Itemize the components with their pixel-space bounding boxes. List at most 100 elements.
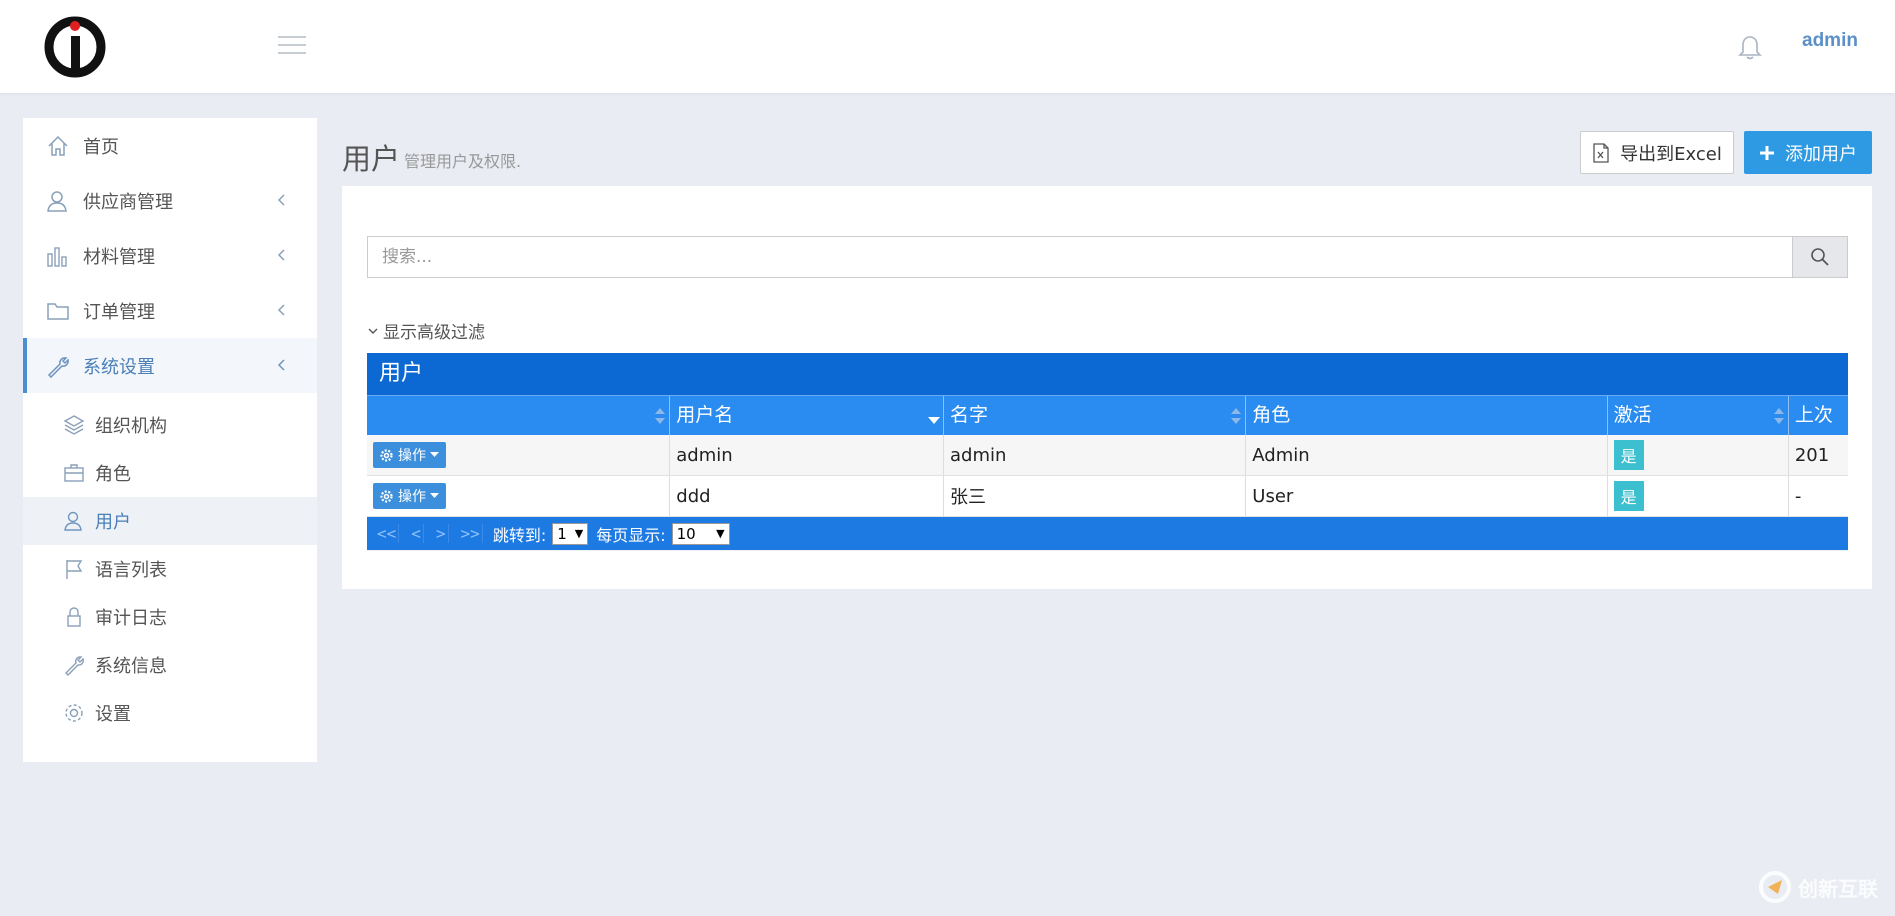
excel-file-icon — [1593, 142, 1609, 163]
sidebar-item-label: 材料管理 — [83, 246, 155, 268]
grid-pager: << < > >> 跳转到: 1 ▼ 每页显示: 10 ▼ — [367, 517, 1848, 550]
first-page-button[interactable]: << — [375, 524, 400, 543]
advanced-filter-toggle[interactable]: 显示高级过滤 — [367, 318, 485, 343]
chevron-left-icon — [277, 304, 285, 316]
user-icon — [63, 510, 85, 532]
search-input[interactable] — [367, 236, 1822, 278]
cell-name: admin — [944, 435, 1247, 475]
table-row[interactable]: 操作 ddd 张三 User 是 - — [367, 476, 1848, 517]
user-menu[interactable]: admin — [1802, 30, 1858, 52]
export-label: 导出到Excel — [1620, 143, 1722, 165]
cell-name: 张三 — [944, 476, 1247, 516]
gear-icon — [380, 489, 393, 503]
supplier-icon — [45, 188, 71, 214]
sort-icon — [655, 408, 666, 424]
sort-icon — [1773, 408, 1784, 424]
sidebar: 首页 供应商管理 材料管理 订单管理 系统设置 组织机构 角色 用户 语言列表 … — [23, 118, 317, 762]
chevron-left-icon — [277, 249, 285, 261]
sidebar-item-home[interactable]: 首页 — [23, 118, 317, 173]
content-panel: 显示高级过滤 用户 用户名 名字 角色 激活 — [342, 186, 1872, 589]
page-title: 用户 — [342, 142, 401, 176]
page-size-label: 每页显示: — [596, 525, 666, 545]
sidebar-item-label: 订单管理 — [83, 301, 155, 323]
sidebar-item-suppliers[interactable]: 供应商管理 — [23, 173, 317, 228]
watermark: 创新互联 — [1758, 870, 1878, 904]
sidebar-submenu: 组织机构 角色 用户 语言列表 审计日志 系统信息 设置 — [23, 393, 317, 737]
cell-username: admin — [670, 435, 944, 475]
sidebar-item-label: 系统设置 — [83, 356, 155, 378]
cell-username: ddd — [670, 476, 944, 516]
column-header-active[interactable]: 激活 — [1608, 396, 1789, 435]
bar-chart-icon — [45, 243, 71, 269]
gear-icon — [63, 702, 85, 724]
sidebar-item-label: 用户 — [95, 512, 131, 533]
wrench-icon — [45, 353, 71, 379]
advanced-filter-label: 显示高级过滤 — [383, 323, 485, 343]
sidebar-item-label: 供应商管理 — [83, 191, 173, 213]
sidebar-item-audit-logs[interactable]: 审计日志 — [23, 593, 317, 641]
table-row[interactable]: 操作 admin admin Admin 是 201 — [367, 435, 1848, 476]
add-user-label: 添加用户 — [1785, 143, 1857, 165]
cell-last: - — [1794, 485, 1802, 507]
sidebar-item-system-settings[interactable]: 系统设置 — [23, 338, 317, 393]
cell-role: User — [1246, 476, 1608, 516]
sort-icon — [1231, 408, 1242, 424]
grid-header-row: 用户名 名字 角色 激活 上次 — [367, 395, 1848, 435]
status-badge: 是 — [1613, 481, 1644, 511]
page-select[interactable]: 1 ▼ — [552, 522, 589, 545]
last-page-button[interactable]: >> — [459, 524, 483, 543]
chevron-left-icon — [277, 359, 285, 371]
sidebar-item-settings[interactable]: 设置 — [23, 689, 317, 737]
lock-icon — [63, 606, 85, 628]
search-icon — [1811, 248, 1829, 266]
menu-toggle-icon[interactable] — [278, 36, 306, 58]
export-excel-button[interactable]: 导出到Excel — [1580, 131, 1734, 174]
sidebar-item-label: 首页 — [83, 136, 119, 158]
sidebar-item-label: 组织机构 — [95, 416, 167, 437]
users-grid: 用户 用户名 名字 角色 激活 上次 操作 admin admin Admin … — [367, 353, 1848, 551]
caret-down-icon — [430, 493, 439, 498]
sidebar-item-system-info[interactable]: 系统信息 — [23, 641, 317, 689]
actions-dropdown-button[interactable]: 操作 — [373, 442, 446, 468]
sidebar-item-materials[interactable]: 材料管理 — [23, 228, 317, 283]
watermark-logo-icon — [1759, 871, 1791, 903]
column-header-name[interactable]: 名字 — [944, 396, 1247, 435]
layers-icon — [63, 414, 85, 436]
search-button[interactable] — [1792, 236, 1848, 278]
chevron-left-icon — [277, 194, 285, 206]
logo-icon[interactable] — [42, 12, 108, 78]
top-header: admin — [0, 0, 1895, 93]
sidebar-item-users[interactable]: 用户 — [23, 497, 317, 545]
column-header-last[interactable]: 上次 — [1789, 396, 1848, 435]
grid-caption: 用户 — [367, 353, 1848, 395]
sidebar-item-orders[interactable]: 订单管理 — [23, 283, 317, 338]
briefcase-icon — [63, 462, 85, 484]
folder-icon — [45, 298, 71, 324]
column-header-role[interactable]: 角色 — [1246, 396, 1608, 435]
caret-down-icon — [430, 452, 439, 457]
sidebar-item-label: 审计日志 — [95, 608, 167, 629]
sidebar-item-languages[interactable]: 语言列表 — [23, 545, 317, 593]
sidebar-item-roles[interactable]: 角色 — [23, 449, 317, 497]
sort-desc-icon — [928, 408, 940, 424]
bell-icon[interactable] — [1737, 33, 1763, 61]
flag-icon — [63, 558, 85, 580]
column-header-username[interactable]: 用户名 — [670, 396, 944, 435]
home-icon — [45, 133, 71, 159]
prev-page-button[interactable]: < — [409, 524, 424, 543]
gear-icon — [380, 448, 393, 462]
sidebar-item-label: 系统信息 — [95, 656, 167, 677]
plus-icon — [1760, 145, 1774, 160]
chevron-down-icon — [368, 328, 378, 334]
next-page-button[interactable]: > — [434, 524, 449, 543]
column-header-actions[interactable] — [367, 396, 671, 435]
actions-dropdown-button[interactable]: 操作 — [373, 483, 446, 509]
sidebar-item-organizations[interactable]: 组织机构 — [23, 401, 317, 449]
sidebar-item-label: 设置 — [95, 704, 131, 725]
sidebar-item-label: 语言列表 — [95, 560, 167, 581]
add-user-button[interactable]: 添加用户 — [1744, 131, 1872, 174]
cell-last: 201 — [1794, 444, 1830, 466]
wrench-icon — [63, 654, 85, 676]
page-size-select[interactable]: 10 ▼ — [671, 522, 730, 545]
horizontal-scrollbar[interactable] — [367, 550, 1848, 551]
